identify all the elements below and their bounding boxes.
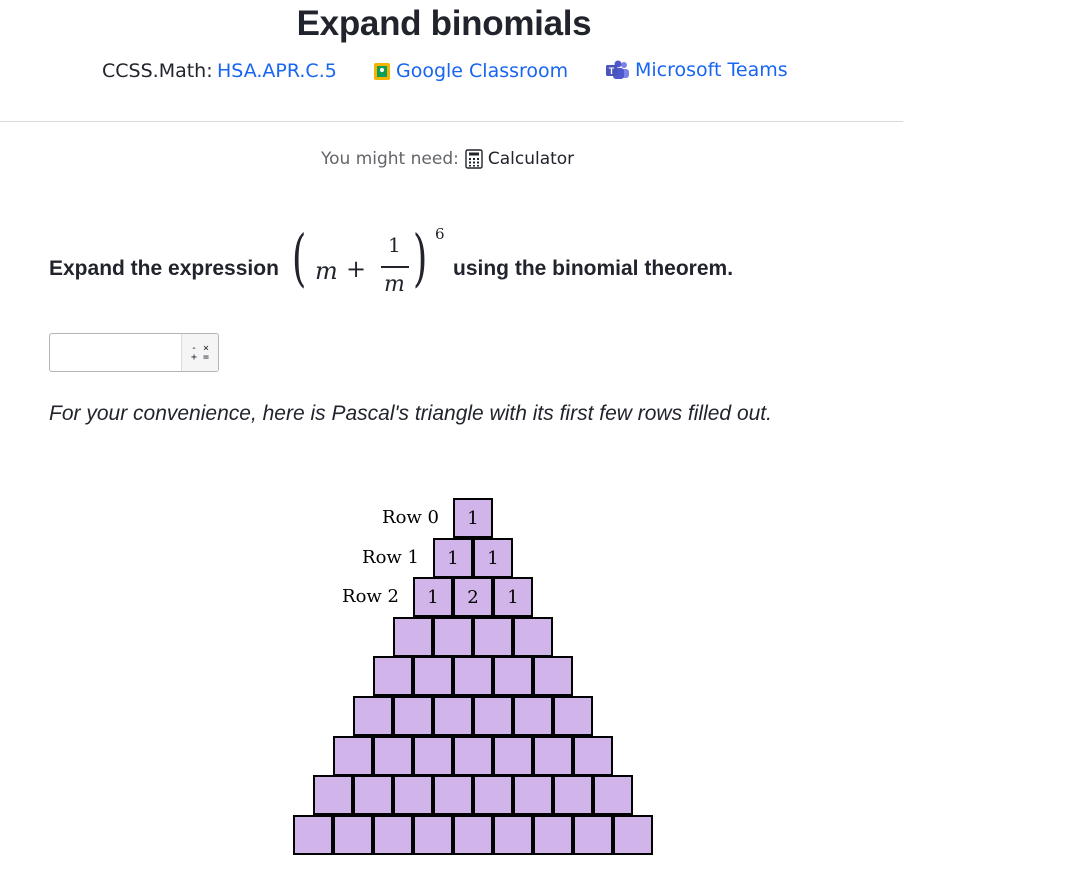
pascal-cell: 2 <box>453 577 493 617</box>
fraction-denominator: m <box>384 272 405 297</box>
pascal-cell <box>453 815 493 855</box>
pascal-cell <box>533 656 573 696</box>
google-classroom-label: Google Classroom <box>396 60 569 82</box>
left-paren: ( <box>291 221 307 294</box>
pascal-cell <box>553 696 593 736</box>
microsoft-teams-label: Microsoft Teams <box>635 59 788 81</box>
ccss-label: CCSS.Math: <box>102 60 213 82</box>
answer-input[interactable] <box>50 334 178 369</box>
pascal-cell <box>473 775 513 815</box>
answer-input-container: - × + = <box>49 333 219 372</box>
svg-text:T: T <box>609 66 615 76</box>
pascal-cell: 1 <box>413 577 453 617</box>
calculator-button[interactable]: Calculator <box>465 149 574 169</box>
pascal-cell: 1 <box>433 538 473 578</box>
pascal-cell <box>513 696 553 736</box>
pascal-cell <box>573 815 613 855</box>
pascal-intro-text: For your convenience, here is Pascal's t… <box>49 402 772 425</box>
pascal-cell <box>333 815 373 855</box>
microsoft-teams-share-button[interactable]: T Microsoft Teams <box>605 59 788 81</box>
pascal-cell <box>613 815 653 855</box>
keypad-glyph-bottom: + = <box>190 351 210 363</box>
pascal-cell <box>513 775 553 815</box>
pascal-cell <box>513 617 553 657</box>
pascal-row-label: Row 2 <box>342 586 399 607</box>
binomial-expression: ( m + 1 m ) 6 <box>289 225 459 305</box>
pascal-cell <box>293 815 333 855</box>
pascal-cell <box>433 775 473 815</box>
pascal-cell: 1 <box>473 538 513 578</box>
expression-plus: + <box>346 255 367 283</box>
pascal-row-label: Row 1 <box>362 547 419 568</box>
pascal-cell <box>533 815 573 855</box>
pascal-cell <box>373 815 413 855</box>
fraction-bar <box>381 266 409 268</box>
pascal-cell <box>593 775 633 815</box>
pascal-cell <box>373 656 413 696</box>
pascal-cell <box>493 815 533 855</box>
pascal-cell <box>553 775 593 815</box>
header-divider <box>0 121 903 122</box>
calculator-icon <box>465 149 483 169</box>
you-might-need-label: You might need: <box>321 149 459 169</box>
pascal-cell <box>573 736 613 776</box>
question-suffix: using the binomial theorem. <box>453 257 734 280</box>
expression-variable: m <box>315 257 338 285</box>
pascal-cell <box>393 696 433 736</box>
question-prefix: Expand the expression <box>49 257 279 280</box>
pascal-cell <box>353 696 393 736</box>
google-classroom-icon <box>374 62 390 80</box>
pascal-cell <box>433 617 473 657</box>
google-classroom-share-button[interactable]: Google Classroom <box>374 60 568 82</box>
pascal-cell <box>393 617 433 657</box>
math-keypad-toggle[interactable]: - × + = <box>181 334 218 371</box>
pascal-cell <box>313 775 353 815</box>
microsoft-teams-icon: T <box>606 60 629 79</box>
pascal-cell <box>473 617 513 657</box>
pascal-cell <box>373 736 413 776</box>
pascal-cell <box>333 736 373 776</box>
pascal-cell <box>473 696 513 736</box>
expression-exponent: 6 <box>435 225 445 243</box>
calculator-label: Calculator <box>487 149 575 169</box>
pascal-cell <box>413 815 453 855</box>
pascal-cell <box>413 656 453 696</box>
pascal-cell <box>413 736 453 776</box>
pascal-cell: 1 <box>493 577 533 617</box>
pascal-cell <box>393 775 433 815</box>
fraction-numerator: 1 <box>388 233 401 257</box>
page-title: Expand binomials <box>296 4 592 43</box>
pascal-cell <box>433 696 473 736</box>
pascal-cell <box>493 656 533 696</box>
pascal-cell <box>533 736 573 776</box>
right-paren: ) <box>412 221 428 294</box>
pascal-cell <box>353 775 393 815</box>
pascal-cell <box>493 736 533 776</box>
tools-needed: You might need: Calculator <box>321 149 574 169</box>
pascal-cell <box>453 656 493 696</box>
exercise-page: Expand binomials CCSS.Math: HSA.APR.C.5 … <box>0 0 1080 873</box>
pascal-triangle: 1 Row 0 1 1 Row 1 1 2 1 Row 2 <box>0 0 1080 873</box>
ccss-standard-link[interactable]: HSA.APR.C.5 <box>217 60 337 82</box>
pascal-cell <box>453 736 493 776</box>
pascal-cell: 1 <box>453 498 493 538</box>
pascal-row-label: Row 0 <box>382 507 439 528</box>
